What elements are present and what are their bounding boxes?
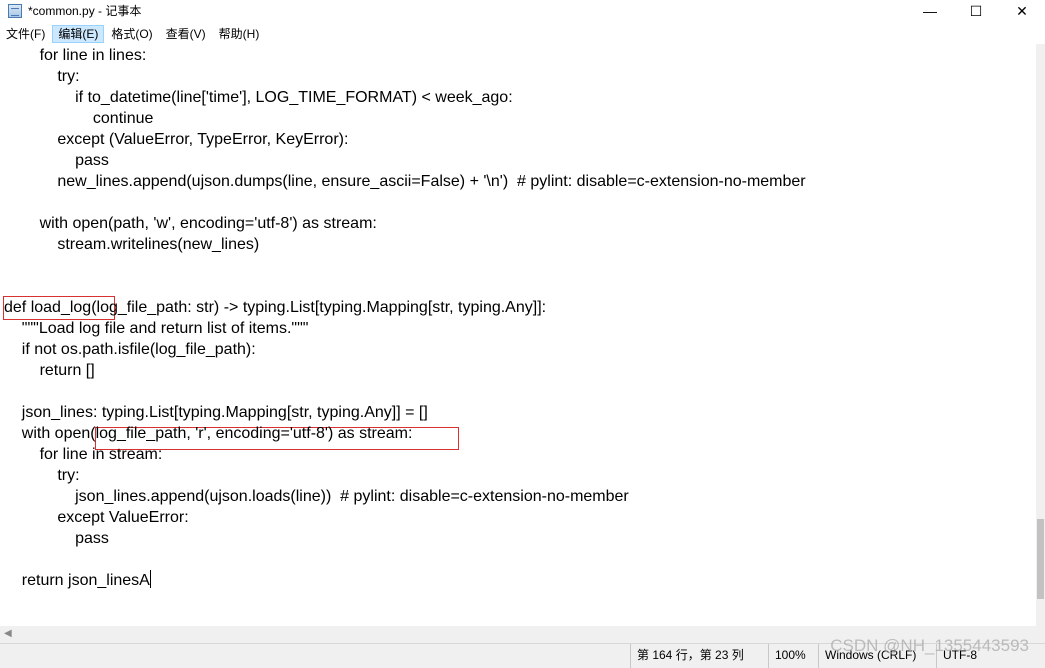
menu-view[interactable]: 查看(V) xyxy=(160,25,212,43)
vertical-scroll-thumb[interactable] xyxy=(1037,519,1044,599)
code-line: if not os.path.isfile(log_file_path): xyxy=(4,341,256,358)
maximize-button[interactable]: ☐ xyxy=(953,0,999,22)
code-line: except (ValueError, TypeError, KeyError)… xyxy=(4,131,349,148)
code-line: pass xyxy=(4,152,109,169)
code-line: try: xyxy=(4,68,80,85)
cursor-position: 第 164 行，第 23 列 xyxy=(630,644,770,668)
code-line: json_lines.append(ujson.loads(line)) # p… xyxy=(4,488,629,505)
code-line: for line in stream: xyxy=(4,446,163,463)
menu-bar: 文件(F) 编辑(E) 格式(O) 查看(V) 帮助(H) xyxy=(0,24,1045,44)
menu-format[interactable]: 格式(O) xyxy=(105,25,158,43)
code-line: with open(log_file_path, 'r', encoding='… xyxy=(4,425,413,442)
code-line-last: return json_linesA xyxy=(4,570,151,589)
code-line: return [] xyxy=(4,362,95,379)
notepad-icon xyxy=(8,4,22,18)
text-caret xyxy=(149,570,151,588)
text-editor[interactable]: for line in lines: try: if to_datetime(l… xyxy=(0,44,1036,626)
code-line: try: xyxy=(4,467,80,484)
code-line: continue xyxy=(4,110,154,127)
menu-file[interactable]: 文件(F) xyxy=(0,25,51,43)
code-line: new_lines.append(ujson.dumps(line, ensur… xyxy=(4,173,806,190)
code-line: except ValueError: xyxy=(4,509,189,526)
window-title: *common.py - 记事本 xyxy=(28,4,142,18)
code-line: stream.writelines(new_lines) xyxy=(4,236,260,253)
vertical-scrollbar[interactable] xyxy=(1036,44,1045,626)
scroll-corner xyxy=(1036,626,1045,643)
code-line: for line in lines: xyxy=(4,47,147,64)
code-line: with open(path, 'w', encoding='utf-8') a… xyxy=(4,215,377,232)
code-line: def load_log(log_file_path: str) -> typi… xyxy=(4,299,547,316)
close-button[interactable]: ✕ xyxy=(999,0,1045,22)
title-bar: *common.py - 记事本 — ☐ ✕ xyxy=(0,0,1045,22)
code-line: json_lines: typing.List[typing.Mapping[s… xyxy=(4,404,428,421)
window-controls: — ☐ ✕ xyxy=(907,0,1045,22)
menu-help[interactable]: 帮助(H) xyxy=(213,25,266,43)
menu-edit[interactable]: 编辑(E) xyxy=(52,25,105,43)
scroll-left-arrow-icon[interactable]: ◀ xyxy=(4,629,12,639)
minimize-button[interactable]: — xyxy=(907,0,953,22)
code-line: """Load log file and return list of item… xyxy=(4,320,309,337)
code-line: pass xyxy=(4,530,109,547)
zoom-level: 100% xyxy=(768,644,818,668)
code-line: if to_datetime(line['time'], LOG_TIME_FO… xyxy=(4,89,513,106)
watermark: CSDN @NH_1355443593 xyxy=(830,636,1029,655)
